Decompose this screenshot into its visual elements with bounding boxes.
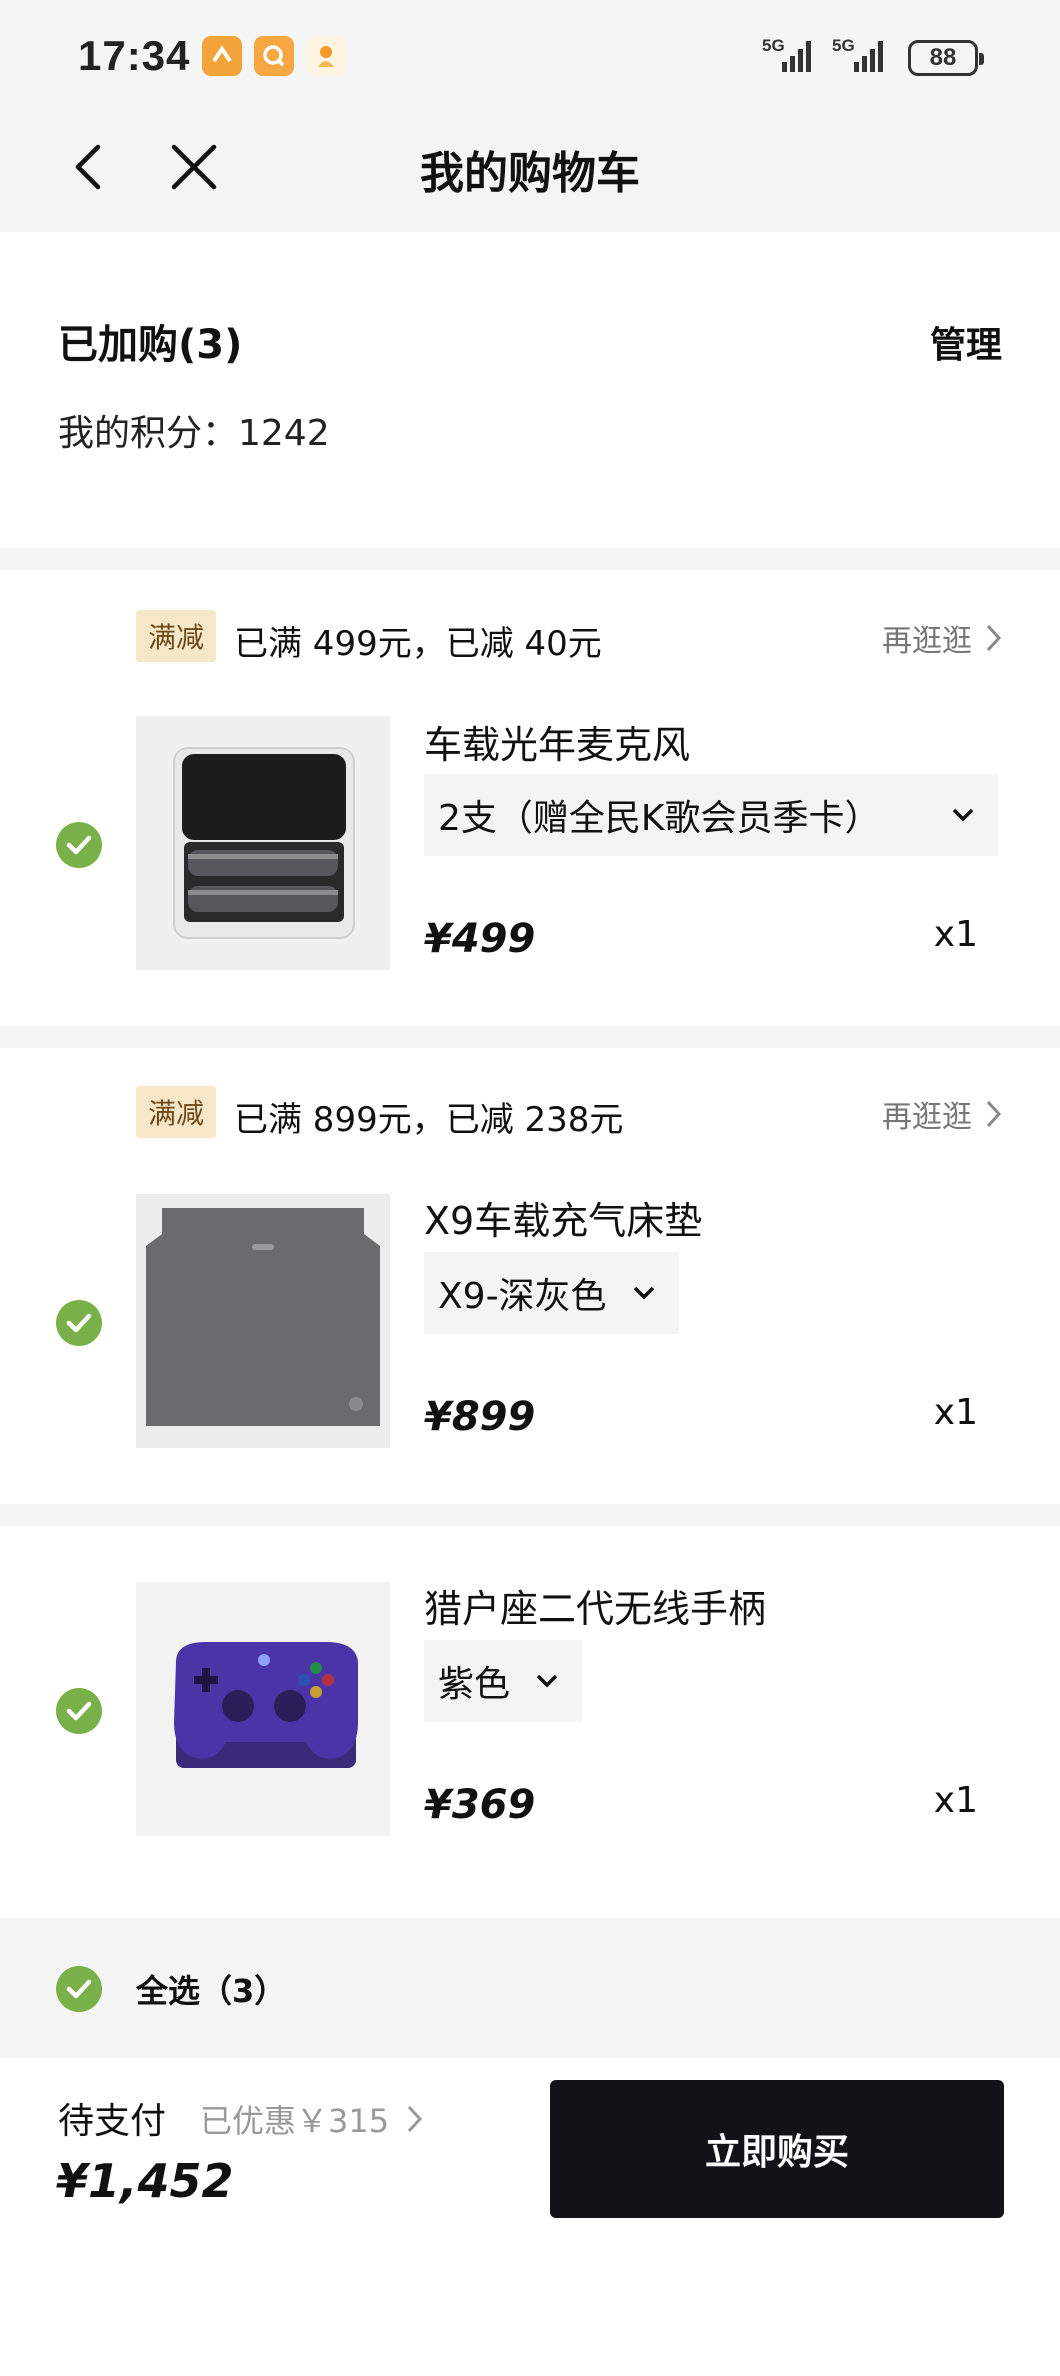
variant-label: 2支（赠全民K歌会员季卡） xyxy=(438,798,881,839)
variant-selector[interactable]: X9-深灰色 xyxy=(424,1252,679,1334)
product-price: ¥499 xyxy=(424,916,536,962)
quantity[interactable]: x1 xyxy=(934,1392,978,1433)
promo-tag: 满减 xyxy=(136,1086,217,1138)
status-bar: 17:34 5G 5G 88 xyxy=(0,0,1060,115)
nav-bar: 我的购物车 xyxy=(0,115,1060,230)
cart-item-group: 满减 已满 899元，已减 238元 再逛逛 X9车载充气床垫 X9-深灰色 ¥… xyxy=(0,1048,1060,1504)
checkout-bar: 待支付 已优惠￥315 ¥1,452 立即购买 xyxy=(0,2058,1060,2376)
app-notification-icon xyxy=(306,36,346,76)
variant-label: 紫色 xyxy=(438,1664,511,1705)
browse-more-label: 再逛逛 xyxy=(882,1100,972,1135)
product-image[interactable] xyxy=(136,1194,390,1448)
check-icon xyxy=(66,1701,92,1721)
product-name[interactable]: 猎户座二代无线手柄 xyxy=(424,1578,766,1633)
product-price: ¥899 xyxy=(424,1394,536,1440)
manage-button[interactable]: 管理 xyxy=(930,316,1002,368)
discount-details-link[interactable]: 已优惠￥315 xyxy=(200,2096,425,2142)
product-image[interactable] xyxy=(136,1582,390,1836)
product-name[interactable]: X9车载充气床垫 xyxy=(424,1190,702,1245)
browse-more-link[interactable]: 再逛逛 xyxy=(882,616,1004,660)
chevron-right-icon xyxy=(986,1100,1002,1128)
status-time: 17:34 xyxy=(78,32,191,79)
item-checkbox[interactable] xyxy=(56,822,102,868)
quantity[interactable]: x1 xyxy=(934,914,978,955)
browse-more-label: 再逛逛 xyxy=(882,624,972,659)
check-icon xyxy=(66,1313,92,1333)
browse-more-link[interactable]: 再逛逛 xyxy=(882,1092,1004,1136)
pending-payment-label: 待支付 xyxy=(58,2101,167,2142)
check-icon xyxy=(66,1979,92,1999)
battery-icon: 88 xyxy=(908,40,984,76)
product-name[interactable]: 车载光年麦克风 xyxy=(424,714,690,769)
chevron-down-icon xyxy=(952,808,974,822)
cart-item-group: 满减 已满 499元，已减 40元 再逛逛 车载光年麦克风 2支（赠全民K歌会员… xyxy=(0,570,1060,1026)
select-all-checkbox[interactable] xyxy=(56,1966,102,2012)
points-label: 我的积分：1242 xyxy=(58,413,330,454)
buy-now-button[interactable]: 立即购买 xyxy=(550,2080,1004,2218)
app-notification-icon xyxy=(254,36,294,76)
chevron-right-icon xyxy=(407,2105,423,2133)
item-checkbox[interactable] xyxy=(56,1688,102,1734)
item-checkbox[interactable] xyxy=(56,1300,102,1346)
app-notification-icon xyxy=(202,36,242,76)
select-all-label[interactable]: 全选（3） xyxy=(136,1966,286,2012)
product-image[interactable] xyxy=(136,716,390,970)
cart-item-group: 猎户座二代无线手柄 紫色 ¥369 x1 xyxy=(0,1526,1060,1918)
variant-selector[interactable]: 紫色 xyxy=(424,1640,583,1722)
chevron-down-icon xyxy=(536,1674,558,1688)
chevron-right-icon xyxy=(986,624,1002,652)
product-price: ¥369 xyxy=(424,1782,536,1828)
page-title: 我的购物车 xyxy=(420,148,640,199)
variant-selector[interactable]: 2支（赠全民K歌会员季卡） xyxy=(424,774,998,856)
promo-text: 已满 499元，已减 40元 xyxy=(234,624,602,664)
select-all-bar: 全选（3） xyxy=(0,1920,1060,2056)
discount-label: 已优惠￥315 xyxy=(200,2102,390,2140)
chevron-down-icon xyxy=(633,1286,654,1300)
check-icon xyxy=(66,835,92,855)
promo-tag: 满减 xyxy=(136,610,217,662)
quantity[interactable]: x1 xyxy=(934,1780,978,1821)
promo-text: 已满 899元，已减 238元 xyxy=(234,1100,624,1140)
total-price: ¥1,452 xyxy=(56,2154,234,2208)
cart-summary: 已加购(3) 管理 我的积分：1242 xyxy=(0,232,1060,548)
variant-label: X9-深灰色 xyxy=(438,1276,607,1317)
added-count: 已加购(3) xyxy=(58,322,243,368)
